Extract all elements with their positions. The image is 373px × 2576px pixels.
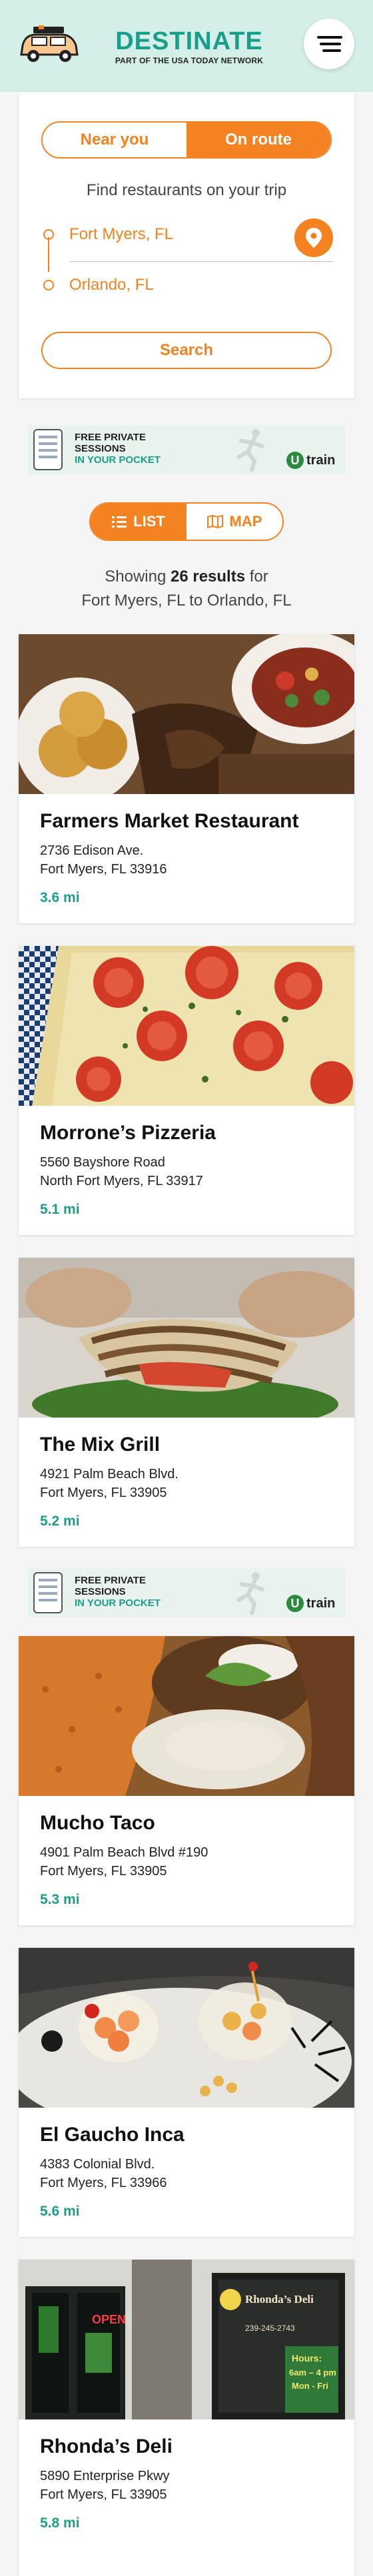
near-you-tab[interactable]: Near you	[43, 123, 186, 157]
phone-icon	[33, 1572, 63, 1613]
map-pin-icon	[306, 228, 322, 248]
restaurant-name[interactable]: The Mix Grill	[40, 1434, 160, 1456]
utrain-logo-icon: U	[286, 452, 304, 469]
restaurant-distance: 3.6 mi	[40, 890, 80, 905]
ad-line: SESSIONS	[75, 1586, 126, 1597]
map-icon	[206, 515, 223, 528]
restaurant-address: 2736 Edison Ave.	[40, 843, 144, 858]
phone-icon	[33, 429, 63, 470]
ad-line: IN YOUR POCKET	[75, 454, 161, 466]
search-card: Near you On route Find restaurants on yo…	[19, 92, 354, 398]
restaurant-name[interactable]: Morrone’s Pizzeria	[40, 1122, 216, 1144]
open-sign: OPEN	[92, 2313, 127, 2326]
restaurant-photo[interactable]	[19, 634, 354, 794]
restaurant-city: North Fort Myers, FL 33917	[40, 1174, 203, 1188]
restaurant-name[interactable]: Rhonda’s Deli	[40, 2435, 173, 2458]
restaurant-distance: 5.8 mi	[40, 2515, 80, 2531]
restaurant-city: Fort Myers, FL 33905	[40, 1486, 167, 1500]
ad-banner[interactable]: FREE PRIVATE SESSIONS IN YOUR POCKET U t…	[28, 425, 345, 474]
list-icon	[112, 516, 127, 528]
restaurant-photo[interactable]	[19, 1948, 354, 2108]
search-button[interactable]: Search	[41, 332, 332, 369]
hours-title: Hours:	[292, 2353, 322, 2363]
results-suffix: for	[245, 568, 268, 586]
restaurant-distance: 5.2 mi	[40, 1513, 80, 1529]
hamburger-icon	[317, 36, 342, 39]
restaurant-photo[interactable]	[19, 1258, 354, 1418]
restaurant-card[interactable]: El Gaucho Inca 4383 Colonial Blvd. Fort …	[19, 1948, 354, 2237]
origin-input[interactable]: Fort Myers, FL	[69, 225, 330, 244]
runner-icon	[236, 1572, 264, 1615]
ad-brand: train	[306, 1596, 336, 1611]
deli-phone: 239-245-2743	[245, 2324, 295, 2333]
restaurant-name[interactable]: El Gaucho Inca	[40, 2124, 185, 2146]
destination-input[interactable]: Orlando, FL	[69, 276, 330, 294]
on-route-tab[interactable]: On route	[186, 123, 330, 157]
results-route: Fort Myers, FL to Orlando, FL	[81, 592, 292, 610]
hours-days: Mon - Fri	[292, 2381, 328, 2391]
restaurant-distance: 5.1 mi	[40, 1202, 80, 1217]
ad-line: FREE PRIVATE	[75, 432, 146, 443]
restaurant-address: 4921 Palm Beach Blvd.	[40, 1467, 179, 1482]
restaurant-card[interactable]: Morrone’s Pizzeria 5560 Bayshore Road No…	[19, 946, 354, 1235]
deli-sign: Rhonda’s Deli	[245, 2293, 314, 2306]
restaurant-city: Fort Myers, FL 33966	[40, 2176, 167, 2190]
restaurant-card[interactable]: Mucho Taco 4901 Palm Beach Blvd #190 For…	[19, 1636, 354, 1925]
list-label: LIST	[133, 513, 165, 530]
ad-line: FREE PRIVATE	[75, 1575, 146, 1586]
view-toggle: LIST MAP	[89, 502, 284, 541]
restaurant-distance: 5.3 mi	[40, 1892, 80, 1907]
list-view-button[interactable]: LIST	[91, 504, 186, 540]
runner-icon	[236, 429, 264, 472]
map-label: MAP	[229, 513, 262, 530]
find-label: Find restaurants on your trip	[86, 181, 287, 199]
menu-button[interactable]	[304, 19, 354, 69]
restaurant-address: 4383 Colonial Blvd.	[40, 2157, 155, 2172]
route-line	[48, 237, 49, 272]
ad-brand: train	[306, 453, 336, 468]
car-logo-icon[interactable]	[19, 25, 80, 65]
restaurant-name[interactable]: Mucho Taco	[40, 1812, 155, 1835]
restaurant-address: 5890 Enterprise Pkwy	[40, 2469, 170, 2483]
hours-range: 6am – 4 pm	[289, 2367, 336, 2377]
app-header: DESTINATE PART OF THE USA TODAY NETWORK	[0, 0, 373, 92]
restaurant-city: Fort Myers, FL 33905	[40, 2487, 167, 2502]
restaurant-name[interactable]: Farmers Market Restaurant	[40, 810, 299, 833]
restaurant-photo[interactable]	[19, 946, 354, 1106]
results-summary: Showing 26 results for Fort Myers, FL to…	[0, 565, 373, 613]
current-location-button[interactable]	[294, 218, 333, 257]
results-count: 26 results	[170, 568, 246, 586]
brand-name: DESTINATE	[115, 27, 263, 55]
ad-line: IN YOUR POCKET	[75, 1597, 161, 1609]
restaurant-card[interactable]: Farmers Market Restaurant 2736 Edison Av…	[19, 634, 354, 923]
brand-subtitle: PART OF THE USA TODAY NETWORK	[115, 56, 264, 65]
hamburger-icon-line	[322, 49, 341, 52]
map-view-button[interactable]: MAP	[186, 504, 282, 540]
search-mode-toggle: Near you On route	[41, 121, 332, 159]
destination-dot-icon	[43, 280, 54, 290]
restaurant-address: 4901 Palm Beach Blvd #190	[40, 1845, 208, 1860]
restaurant-address: 5560 Bayshore Road	[40, 1155, 165, 1170]
restaurant-card[interactable]: OPEN Rhonda’s Deli 239-245-2743 Hours: 6…	[19, 2260, 354, 2576]
brand[interactable]: DESTINATE PART OF THE USA TODAY NETWORK	[100, 28, 278, 65]
hamburger-icon-line	[320, 43, 341, 45]
restaurant-distance: 5.6 mi	[40, 2204, 80, 2219]
ad-banner[interactable]: FREE PRIVATE SESSIONS IN YOUR POCKET U t…	[28, 1568, 345, 1617]
restaurant-city: Fort Myers, FL 33916	[40, 862, 167, 877]
results-prefix: Showing	[105, 568, 171, 586]
utrain-logo-icon: U	[286, 1595, 304, 1612]
divider	[69, 261, 333, 262]
restaurant-city: Fort Myers, FL 33905	[40, 1864, 167, 1879]
restaurant-photo[interactable]: OPEN Rhonda’s Deli 239-245-2743 Hours: 6…	[19, 2260, 354, 2419]
ad-line: SESSIONS	[75, 443, 126, 454]
restaurant-photo[interactable]	[19, 1636, 354, 1796]
restaurant-card[interactable]: The Mix Grill 4921 Palm Beach Blvd. Fort…	[19, 1258, 354, 1547]
